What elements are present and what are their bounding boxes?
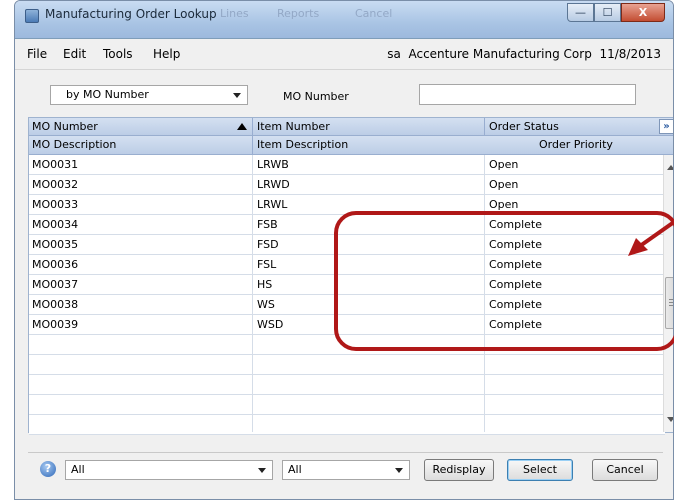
cell-order-status: Complete — [489, 298, 543, 311]
company-info: sa Accenture Manufacturing Corp 11/8/201… — [387, 47, 661, 61]
table-row[interactable]: MO0039 WSD Complete — [29, 315, 665, 335]
cell-item-number: LRWD — [257, 178, 290, 191]
col-item-number[interactable]: Item Number — [257, 120, 330, 133]
cell-item-number: HS — [257, 278, 273, 291]
table-row[interactable]: MO0037 HS Complete — [29, 275, 665, 295]
cell-item-number: LRWL — [257, 198, 288, 211]
title-bar[interactable]: Manufacturing Order Lookup Lines Reports… — [15, 1, 673, 39]
cell-order-status: Complete — [489, 218, 543, 231]
col-mo-description[interactable]: MO Description — [32, 138, 116, 151]
scroll-up-icon[interactable] — [667, 165, 673, 170]
chevron-down-icon — [258, 468, 266, 473]
user-name: sa — [387, 47, 401, 61]
cell-order-status: Open — [489, 178, 519, 191]
help-icon[interactable]: ? — [40, 461, 56, 477]
menu-edit[interactable]: Edit — [63, 47, 86, 61]
cell-item-number: FSB — [257, 218, 278, 231]
cell-order-status: Complete — [489, 238, 543, 251]
filter-dropdown-1[interactable]: All — [65, 460, 273, 480]
company-name: Accenture Manufacturing Corp — [408, 47, 592, 61]
cell-item-number: FSL — [257, 258, 277, 271]
select-button[interactable]: Select — [507, 459, 573, 481]
ghost-toolbar-item: Lines — [220, 7, 249, 20]
cancel-button[interactable]: Cancel — [592, 459, 658, 481]
mo-number-input[interactable] — [419, 84, 636, 105]
table-row[interactable]: MO0034 FSB Complete — [29, 215, 665, 235]
col-item-description[interactable]: Item Description — [257, 138, 348, 151]
cell-item-number: WS — [257, 298, 275, 311]
cell-mo-number: MO0032 — [32, 178, 79, 191]
chevron-down-icon — [233, 93, 241, 98]
col-mo-number[interactable]: MO Number — [32, 120, 98, 133]
cell-order-status: Complete — [489, 278, 543, 291]
header-divider — [252, 136, 253, 154]
filter-1-value: All — [71, 463, 85, 476]
table-row[interactable] — [29, 375, 665, 395]
cell-order-status: Open — [489, 198, 519, 211]
cell-mo-number: MO0031 — [32, 158, 79, 171]
cell-mo-number: MO0037 — [32, 278, 79, 291]
window-title: Manufacturing Order Lookup — [45, 7, 217, 21]
column-divider — [252, 155, 253, 432]
menu-tools[interactable]: Tools — [103, 47, 133, 61]
header-row-secondary: MO Description Item Description Order Pr… — [29, 136, 673, 155]
cell-item-number: LRWB — [257, 158, 289, 171]
user-date: 11/8/2013 — [599, 47, 661, 61]
header-row-primary: MO Number Item Number Order Status » — [29, 118, 673, 136]
cell-item-number: FSD — [257, 238, 279, 251]
app-icon — [25, 9, 39, 23]
table-row[interactable]: MO0032 LRWD Open — [29, 175, 665, 195]
table-row[interactable]: MO0036 FSL Complete — [29, 255, 665, 275]
sort-by-value: by MO Number — [66, 88, 149, 101]
col-order-priority[interactable]: Order Priority — [539, 138, 613, 151]
expand-rows-icon[interactable]: » — [659, 119, 673, 134]
scroll-thumb[interactable] — [665, 277, 673, 329]
cell-mo-number: MO0039 — [32, 318, 79, 331]
sort-ascending-icon[interactable] — [237, 123, 247, 130]
column-divider — [484, 155, 485, 432]
mo-number-label: MO Number — [283, 90, 349, 103]
cell-mo-number: MO0034 — [32, 218, 79, 231]
table-row[interactable] — [29, 335, 665, 355]
header-divider — [252, 118, 253, 135]
scroll-down-icon[interactable] — [667, 417, 673, 422]
menu-help[interactable]: Help — [153, 47, 180, 61]
redisplay-button[interactable]: Redisplay — [424, 459, 494, 481]
table-row[interactable]: MO0038 WS Complete — [29, 295, 665, 315]
table-row[interactable]: MO0035 FSD Complete — [29, 235, 665, 255]
cell-mo-number: MO0035 — [32, 238, 79, 251]
ghost-toolbar-item: Reports — [277, 7, 320, 20]
table-row[interactable] — [29, 395, 665, 415]
menu-bar: File Edit Tools Help sa Accenture Manufa… — [15, 39, 673, 70]
menu-file[interactable]: File — [27, 47, 47, 61]
filter-dropdown-2[interactable]: All — [282, 460, 410, 480]
sort-by-dropdown[interactable]: by MO Number — [50, 85, 248, 105]
lookup-window: Manufacturing Order Lookup Lines Reports… — [14, 0, 674, 500]
close-button[interactable]: X — [621, 3, 665, 22]
col-order-status[interactable]: Order Status — [489, 120, 559, 133]
table-row[interactable] — [29, 355, 665, 375]
cell-order-status: Complete — [489, 318, 543, 331]
results-grid: MO Number Item Number Order Status » MO … — [28, 117, 673, 435]
ghost-toolbar-item: Cancel — [355, 7, 393, 20]
table-row[interactable] — [29, 415, 665, 435]
search-row: by MO Number MO Number — [15, 71, 673, 116]
filter-2-value: All — [288, 463, 302, 476]
minimize-button[interactable]: — — [567, 3, 594, 22]
table-row[interactable]: MO0033 LRWL Open — [29, 195, 665, 215]
cell-order-status: Open — [489, 158, 519, 171]
cell-mo-number: MO0033 — [32, 198, 79, 211]
cell-mo-number: MO0038 — [32, 298, 79, 311]
cell-order-status: Complete — [489, 258, 543, 271]
cell-mo-number: MO0036 — [32, 258, 79, 271]
header-divider — [484, 118, 485, 135]
table-row[interactable]: MO0031 LRWB Open — [29, 155, 665, 175]
cell-item-number: WSD — [257, 318, 284, 331]
vertical-scrollbar[interactable] — [663, 155, 673, 432]
chevron-down-icon — [395, 468, 403, 473]
maximize-button[interactable]: ☐ — [594, 3, 621, 22]
